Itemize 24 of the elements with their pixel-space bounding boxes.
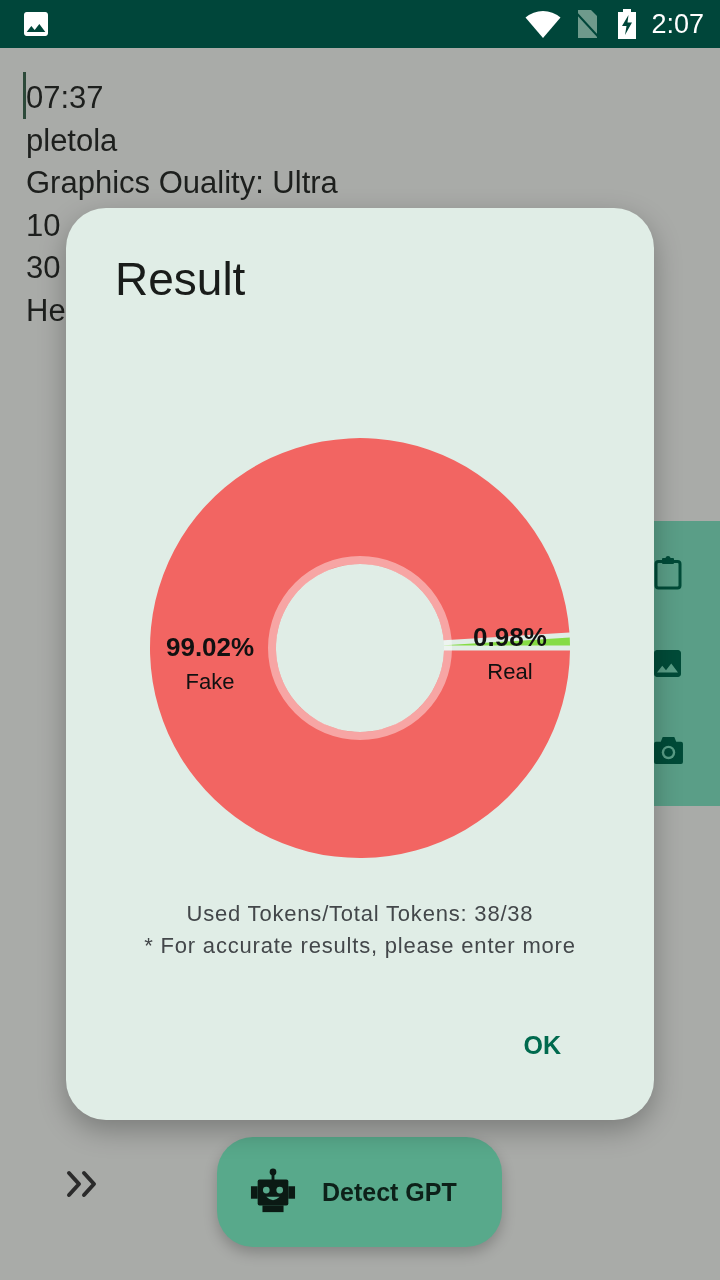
dialog-title: Result xyxy=(115,252,246,306)
clipboard-icon[interactable] xyxy=(654,556,682,590)
image-icon[interactable] xyxy=(654,650,681,677)
battery-charging-icon xyxy=(617,9,638,39)
slice-value-label: 0.98% xyxy=(473,622,547,653)
image-notification-icon xyxy=(24,12,48,36)
text-line: 10 xyxy=(26,206,61,245)
message-line: * For accurate results, please enter more xyxy=(144,932,576,960)
text-line: 30 xyxy=(26,249,61,287)
detect-gpt-button[interactable]: Detect GPT xyxy=(217,1137,502,1247)
text-line: 07:37 xyxy=(26,79,104,117)
slice-value-label: 99.02% xyxy=(166,631,255,662)
slice-category-label: Fake xyxy=(185,668,235,694)
text-line: pletola xyxy=(26,121,118,160)
text-line: Graphics Ouality: Ultra xyxy=(26,164,338,202)
text-line: He xyxy=(26,291,66,330)
wifi-icon xyxy=(525,10,562,38)
message-line: Used Tokens/Total Tokens: 38/38 xyxy=(186,900,534,928)
camera-icon[interactable] xyxy=(654,737,683,764)
slice-category-label: Real xyxy=(487,659,533,685)
double-chevron-icon[interactable] xyxy=(66,1170,98,1198)
status-time: 2:07 xyxy=(651,8,704,40)
no-sim-icon xyxy=(575,10,600,38)
ok-button[interactable]: OK xyxy=(507,1021,577,1069)
